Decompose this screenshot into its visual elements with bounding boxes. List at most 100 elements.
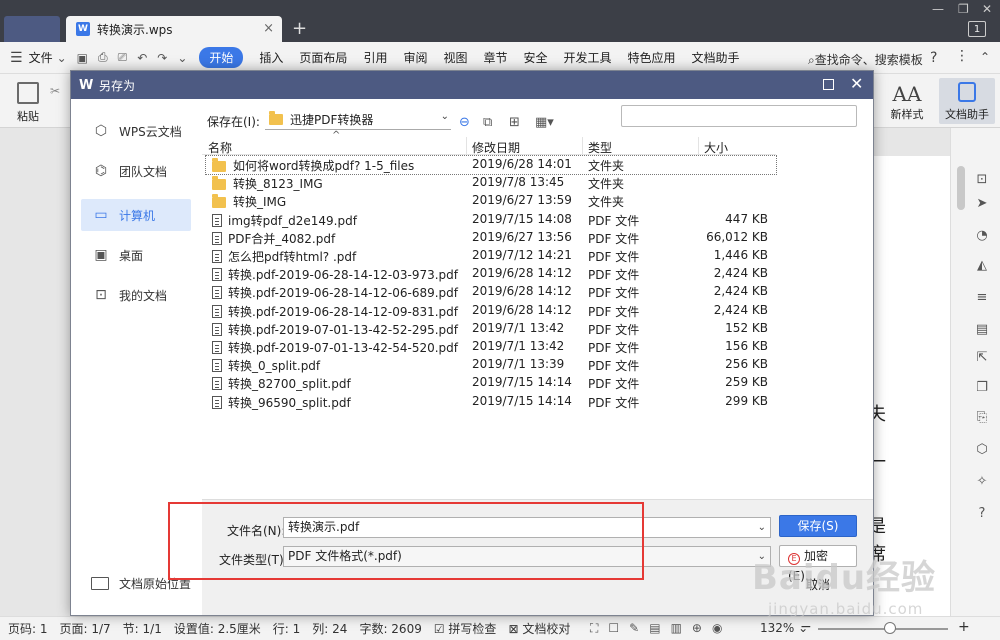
restore-icon[interactable]: ❐ [958, 2, 969, 16]
tab-view[interactable]: 视图 [443, 49, 467, 66]
save-button[interactable]: 保存(S) [779, 515, 857, 537]
page-view-icon[interactable]: ▤ [649, 621, 660, 636]
edit-mode-icon[interactable]: ✎ [629, 621, 639, 636]
file-row[interactable]: 转换_IMG 2019/6/27 13:59 文件夹 [206, 192, 776, 210]
tab-document-assistant[interactable]: 文档助手 [692, 49, 740, 66]
tools-icon[interactable]: ✧ [974, 474, 990, 490]
column-date[interactable]: 修改日期 [472, 139, 520, 156]
file-row[interactable]: 怎么把pdf转html? .pdf 2019/7/12 14:21 PDF 文件 1,… [206, 247, 776, 265]
print-icon[interactable]: ⎚ [118, 50, 128, 65]
more-icon[interactable]: ⋮ [955, 48, 969, 64]
customize-icon[interactable]: ⌄ [177, 51, 187, 65]
help-icon[interactable]: ? [930, 50, 937, 66]
select-icon[interactable]: ⊡ [974, 172, 990, 188]
share-icon[interactable]: ⇱ [974, 350, 990, 366]
tab-home[interactable]: 开始 [199, 47, 244, 68]
place-desktop[interactable]: ▣ 桌面 [81, 239, 191, 271]
save-in-select[interactable]: 迅捷PDF转换器 ⌄ [265, 109, 451, 130]
column-size[interactable]: 大小 [704, 139, 728, 156]
file-name: 转换_8123_IMG [212, 175, 323, 192]
collapse-ribbon-icon[interactable]: ⌃ [980, 50, 990, 64]
up-folder-icon[interactable]: ⧉ [483, 115, 492, 130]
paste-button[interactable]: 粘贴 [8, 82, 48, 124]
file-date: 2019/6/28 14:12 [472, 284, 572, 299]
pdf-file-icon [212, 304, 222, 318]
minimize-icon[interactable]: — [932, 2, 944, 16]
file-row[interactable]: 转换_8123_IMG 2019/7/8 13:45 文件夹 [206, 174, 776, 192]
close-dialog-icon[interactable]: ✕ [850, 74, 863, 93]
tab-security[interactable]: 安全 [524, 49, 548, 66]
zoom-slider[interactable] [818, 628, 948, 630]
file-row[interactable]: 转换.pdf-2019-06-28-14-12-06-689.pdf 2019/6… [206, 283, 776, 301]
search-input[interactable] [621, 105, 857, 127]
chevron-down-icon[interactable]: ⌄ [57, 51, 67, 65]
file-row[interactable]: 转换_82700_split.pdf 2019/7/15 14:14 PDF 文件 2… [206, 374, 776, 392]
shield-icon[interactable]: ⬡ [974, 442, 990, 458]
fullscreen-icon[interactable]: ⛶ [590, 621, 598, 636]
file-size: 2,424 KB [713, 302, 768, 317]
file-menu[interactable]: 文件 [29, 49, 53, 66]
print-preview-icon[interactable]: ⎙ [98, 50, 108, 65]
file-size: 256 KB [725, 357, 768, 372]
spell-check-button[interactable]: ☑ 拼写检查 [434, 620, 497, 637]
outline-view-icon[interactable]: ▥ [671, 621, 682, 636]
file-row[interactable]: 转换.pdf-2019-07-01-13-42-52-295.pdf 2019/7… [206, 320, 776, 338]
reading-mode-icon[interactable]: ☐ [608, 621, 619, 636]
view-menu-icon[interactable]: ▦▾ [535, 115, 554, 130]
place-my-documents[interactable]: ⊡ 我的文档 [81, 279, 191, 311]
hamburger-icon[interactable]: ☰ [10, 50, 23, 66]
file-row[interactable]: 转换.pdf-2019-07-01-13-42-54-520.pdf 2019/7… [206, 338, 776, 356]
document-tab[interactable]: W 转换演示.wps × [66, 16, 282, 42]
file-row[interactable]: img转pdf_d2e149.pdf 2019/7/15 14:08 PDF 文件 4… [206, 211, 776, 229]
proofread-button[interactable]: ⊠ 文档校对 [508, 620, 570, 637]
document-assistant-button[interactable]: 文档助手 [939, 78, 995, 124]
home-tab[interactable] [4, 16, 60, 42]
vertical-scrollbar[interactable] [956, 148, 966, 610]
back-icon[interactable]: ⊖ [459, 115, 470, 130]
scrollbar-thumb[interactable] [957, 166, 965, 210]
file-row[interactable]: 转换_96590_split.pdf 2019/7/15 14:14 PDF 文件 2… [206, 393, 776, 411]
column-type[interactable]: 类型 [588, 139, 612, 156]
fill-icon[interactable]: ◭ [974, 258, 990, 274]
place-computer[interactable]: ▭ 计算机 [81, 199, 191, 231]
file-row[interactable]: 转换.pdf-2019-06-28-14-12-09-831.pdf 2019/6… [206, 302, 776, 320]
file-name: 如何将word转换成pdf? 1-5_files [212, 157, 414, 174]
export-icon[interactable]: ⎘ [974, 410, 990, 426]
new-tab-icon[interactable]: + [292, 18, 307, 39]
gallery-icon[interactable]: ▤ [974, 322, 990, 338]
zoom-in-icon[interactable]: + [958, 619, 970, 635]
place-wps-cloud[interactable]: ⬡ WPS云文档 [81, 115, 191, 147]
new-style-button[interactable]: AA 新样式 [882, 82, 932, 122]
scissors-icon[interactable]: ✂ [50, 84, 60, 98]
redo-icon[interactable]: ↷ [157, 51, 167, 65]
shapes-icon[interactable]: ◔ [974, 228, 990, 244]
tab-insert[interactable]: 插入 [259, 49, 283, 66]
new-folder-icon[interactable]: ⊞ [509, 115, 520, 130]
file-row[interactable]: 转换_0_split.pdf 2019/7/1 13:39 PDF 文件 256 KB [206, 356, 776, 374]
eye-protect-icon[interactable]: ◉ [712, 621, 722, 636]
tab-references[interactable]: 引用 [363, 49, 387, 66]
close-tab-icon[interactable]: × [263, 21, 274, 36]
tab-sections[interactable]: 章节 [483, 49, 507, 66]
place-team-docs[interactable]: ⌬ 团队文档 [81, 155, 191, 187]
tab-featured-apps[interactable]: 特色应用 [628, 49, 676, 66]
web-view-icon[interactable]: ⊕ [692, 621, 702, 636]
command-search[interactable]: ⌕查找命令、搜索模板 [808, 51, 923, 68]
file-row[interactable]: 转换.pdf-2019-06-28-14-12-03-973.pdf 2019/6… [206, 265, 776, 283]
pointer-icon[interactable]: ➤ [974, 196, 990, 212]
maximize-icon[interactable] [823, 79, 834, 90]
file-row[interactable]: 如何将word转换成pdf? 1-5_files 2019/6/28 14:01 文… [205, 155, 777, 175]
undo-icon[interactable]: ↶ [137, 51, 147, 65]
tab-page-layout[interactable]: 页面布局 [299, 49, 347, 66]
copy-icon[interactable]: ❐ [974, 380, 990, 396]
column-name[interactable]: 名称 [208, 139, 232, 156]
close-window-icon[interactable]: ✕ [982, 2, 992, 16]
align-icon[interactable]: ≡ [974, 290, 990, 306]
help-circle-icon[interactable]: ? [974, 506, 990, 522]
tab-developer[interactable]: 开发工具 [564, 49, 612, 66]
status-word-count[interactable]: 字数: 2609 [359, 620, 421, 637]
pdf-file-icon [212, 341, 222, 354]
save-icon[interactable]: ▣ [77, 51, 88, 65]
tab-review[interactable]: 审阅 [403, 49, 427, 66]
file-row[interactable]: PDF合并_4082.pdf 2019/6/27 13:56 PDF 文件 66,01… [206, 229, 776, 247]
